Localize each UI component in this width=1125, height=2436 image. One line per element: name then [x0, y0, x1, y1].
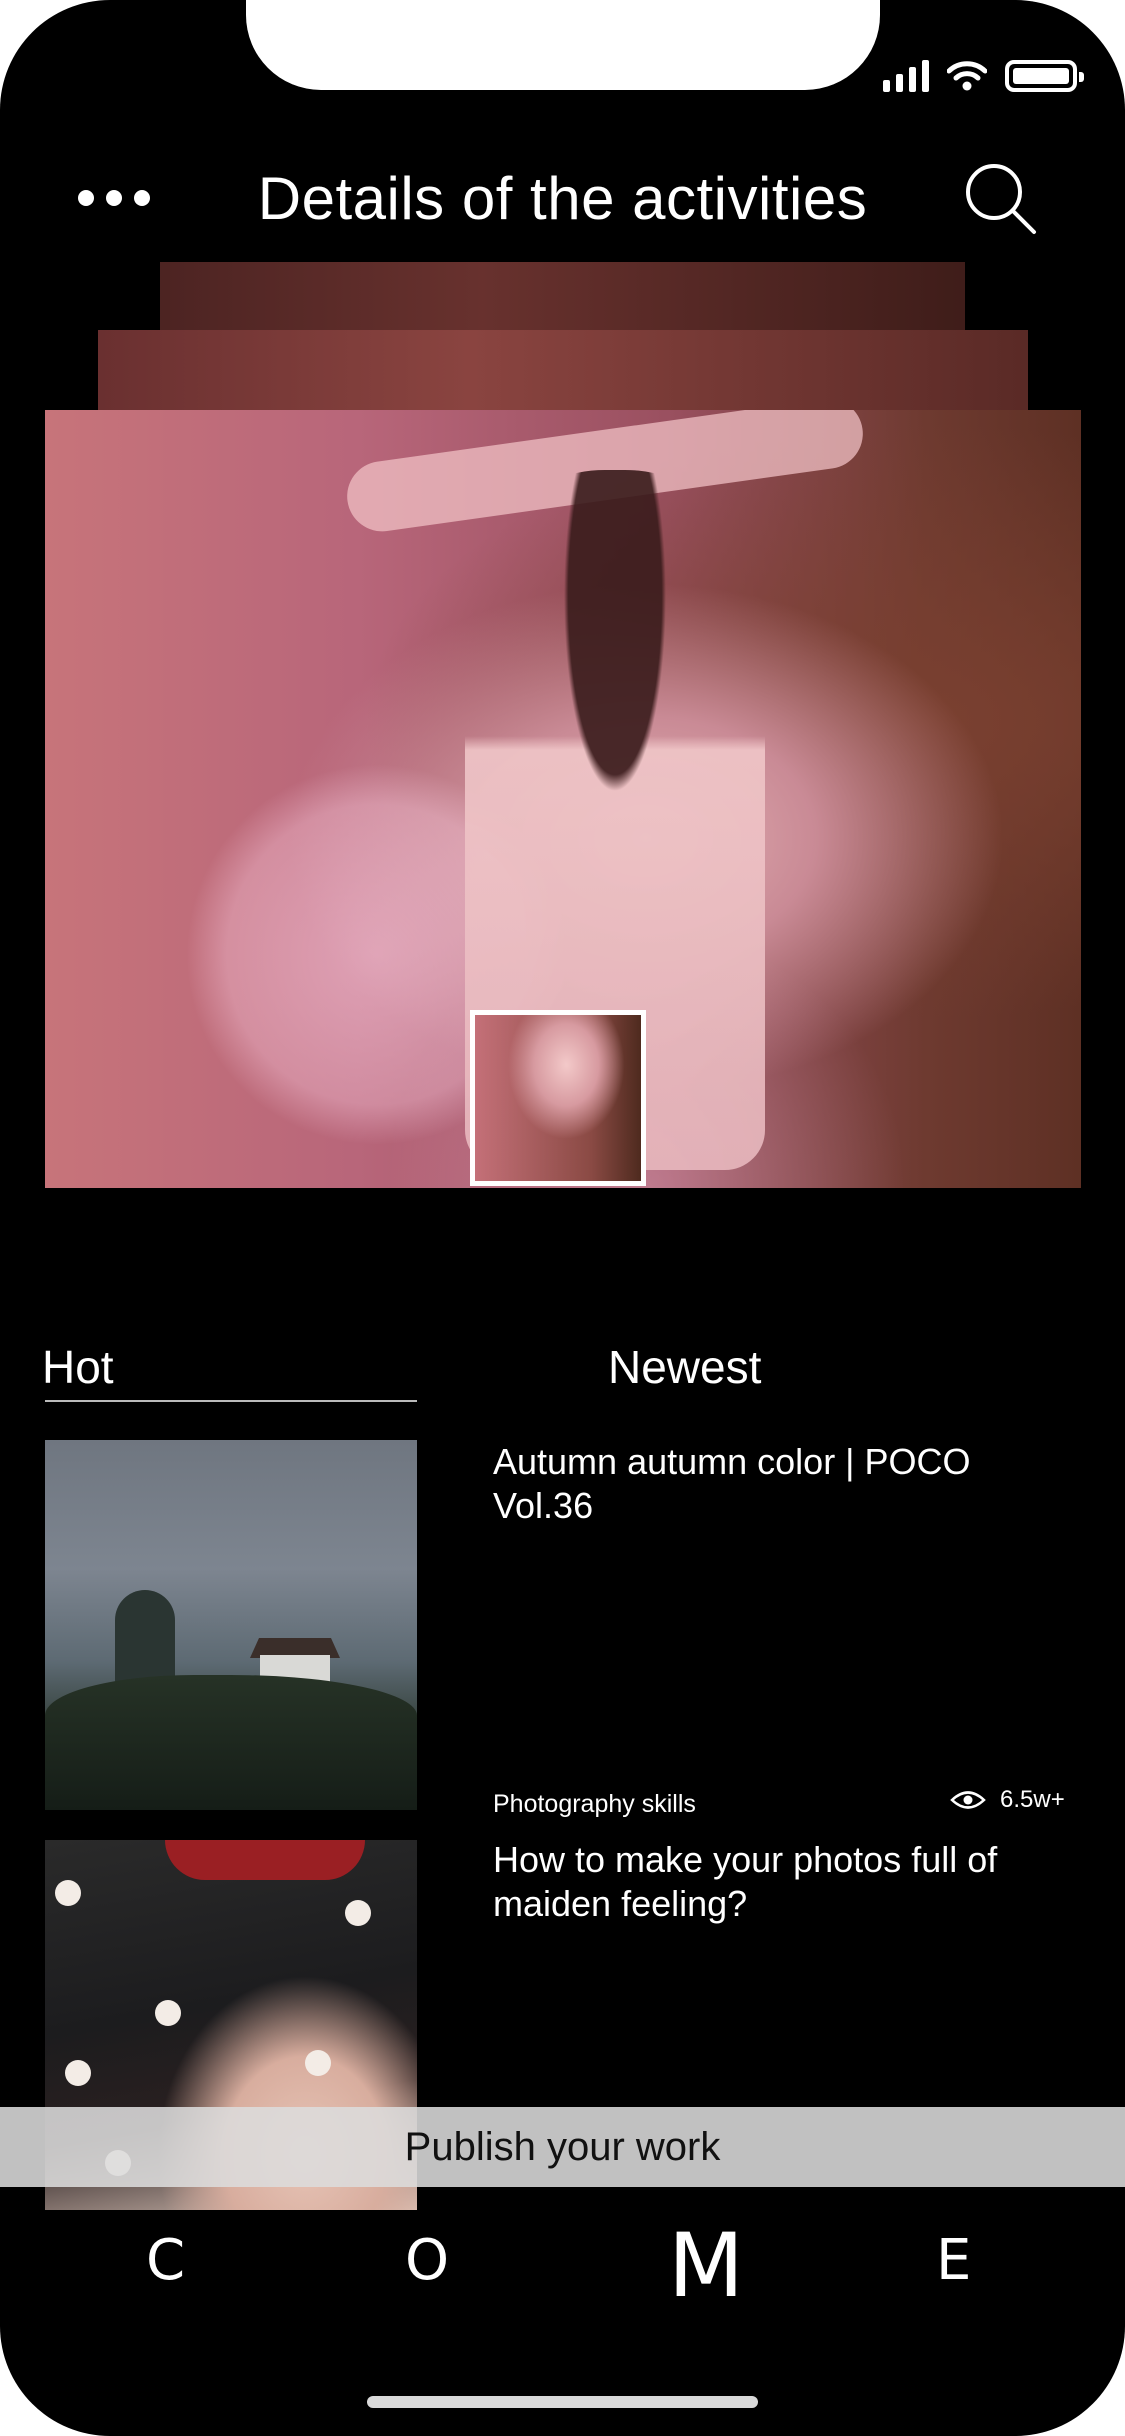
article-title[interactable]: How to make your photos full of maiden f…: [493, 1838, 1053, 1926]
bottom-nav-item-o[interactable]: O: [405, 2228, 449, 2293]
tab-hot[interactable]: Hot: [42, 1340, 114, 1394]
article-title[interactable]: Autumn autumn color | POCO Vol.36: [493, 1440, 1053, 1528]
home-indicator[interactable]: [367, 2396, 758, 2408]
page-title: Details of the activities: [257, 165, 868, 232]
cellular-signal-icon: [883, 60, 929, 92]
eye-icon: [950, 1791, 986, 1809]
top-nav-bar: Details of the activities: [0, 150, 1125, 250]
view-count-value: 6.5w+: [1000, 1786, 1065, 1813]
stacked-card-middle: [98, 330, 1028, 412]
battery-icon: [1005, 60, 1084, 92]
app-screen: Details of the activities Hot Newest Aut…: [0, 0, 1125, 2436]
bottom-nav-item-e[interactable]: E: [936, 2228, 971, 2293]
image-blossom: [345, 1900, 371, 1926]
view-count: 6.5w+: [950, 1786, 1065, 1814]
image-blossom: [155, 2000, 181, 2026]
device-notch: [246, 0, 880, 90]
bottom-nav-item-m[interactable]: M: [668, 2214, 744, 2317]
publish-work-button[interactable]: Publish your work: [0, 2107, 1125, 2187]
article-category: Photography skills: [493, 1790, 696, 1818]
bottom-nav: C O M E: [0, 2210, 1125, 2317]
article-image-foggy-landscape[interactable]: [45, 1440, 417, 1810]
image-red-fabric: [165, 1840, 365, 1880]
bottom-nav-item-c[interactable]: C: [146, 2228, 185, 2293]
hero-thumbnail[interactable]: [470, 1010, 646, 1186]
tab-newest[interactable]: Newest: [608, 1340, 761, 1394]
image-forest: [45, 1675, 417, 1810]
wifi-icon: [947, 61, 987, 91]
search-icon[interactable]: [960, 158, 1040, 238]
image-blossom: [305, 2050, 331, 2076]
content-tabs: Hot Newest: [0, 1330, 1125, 1410]
active-tab-underline: [45, 1400, 417, 1402]
status-bar: [883, 56, 1084, 96]
stacked-card-back: [160, 262, 965, 332]
image-blossom: [65, 2060, 91, 2086]
image-blossom: [55, 1880, 81, 1906]
